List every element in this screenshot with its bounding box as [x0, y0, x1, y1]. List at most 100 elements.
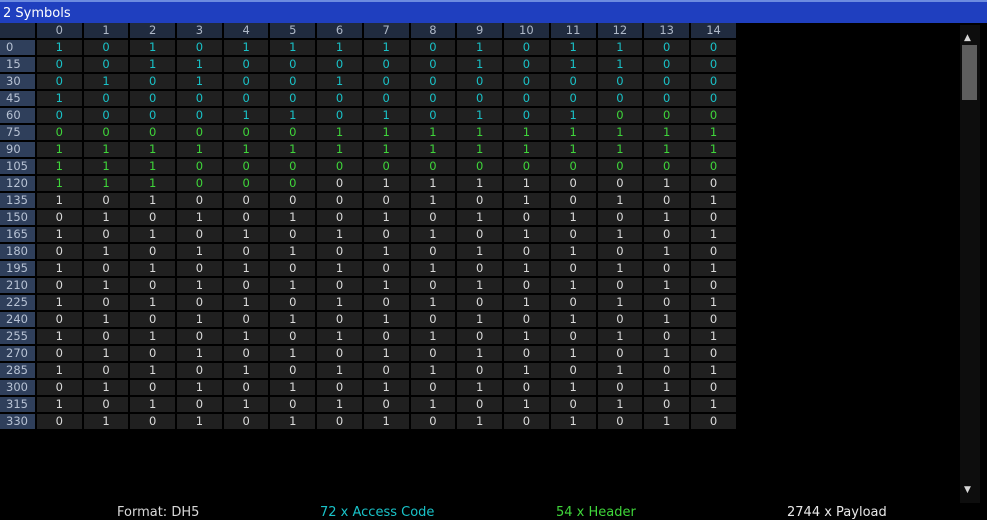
bit-cell: 1 [644, 312, 690, 327]
bit-cell: 1 [223, 397, 269, 412]
bit-cell: 1 [317, 74, 362, 89]
bit-cell: 1 [223, 40, 269, 55]
bit-cell: 1 [83, 278, 129, 293]
bit-cell: 1 [597, 142, 643, 157]
bit-cell: 0 [503, 346, 549, 361]
bit-cell: 1 [270, 142, 316, 157]
bit-cell: 0 [410, 346, 456, 361]
table-row: 165 1 0 1 0 1 0 1 0 1 0 1 0 1 0 1 [0, 227, 736, 242]
bit-cell: 1 [410, 363, 456, 378]
bit-cell: 0 [691, 91, 736, 106]
bit-cell: 0 [363, 193, 409, 208]
bit-cell: 1 [270, 244, 316, 259]
bit-cell: 1 [410, 227, 456, 242]
bit-cell: 0 [691, 380, 736, 395]
bit-cell: 1 [550, 57, 596, 72]
bit-cell: 0 [223, 278, 269, 293]
bit-cell: 1 [83, 142, 129, 157]
bit-cell: 0 [130, 312, 176, 327]
bit-cell: 0 [317, 108, 362, 123]
bit-cell: 1 [363, 380, 409, 395]
bit-cell: 0 [363, 363, 409, 378]
bit-cell: 1 [550, 40, 596, 55]
table-row: 0101011110101100 [0, 40, 736, 55]
bit-cell: 0 [36, 244, 82, 259]
table-row: 30 0 1 0 1 0 0 1 0 0 0 0 0 0 0 0 [0, 74, 736, 89]
bit-cell: 0 [644, 40, 690, 55]
column-header: 7 [363, 23, 409, 38]
bit-cell: 1 [691, 397, 736, 412]
bit-cell: 0 [691, 312, 736, 327]
row-header: 210 [0, 278, 35, 293]
bit-cell: 0 [691, 244, 736, 259]
bit-cell: 0 [317, 244, 362, 259]
bit-cell: 0 [597, 108, 643, 123]
bit-cell: 0 [503, 380, 549, 395]
bit-cell: 0 [363, 91, 409, 106]
table-row: 150 0 1 0 1 0 1 0 1 0 1 0 1 0 1 0 [0, 210, 736, 225]
bit-cell: 0 [83, 125, 129, 140]
bit-cell: 0 [503, 74, 549, 89]
bit-cell: 0 [503, 244, 549, 259]
row-header: 270 [0, 346, 35, 361]
vertical-scrollbar[interactable]: ▲ ▼ [960, 25, 980, 503]
scroll-down-icon[interactable]: ▼ [964, 485, 971, 495]
bit-cell: 0 [363, 261, 409, 276]
bit-cell: 1 [177, 414, 222, 429]
bit-cell: 1 [691, 261, 736, 276]
bit-cell: 1 [550, 108, 596, 123]
bit-cell: 1 [457, 414, 502, 429]
bit-cell: 0 [270, 261, 316, 276]
bit-cell: 0 [177, 227, 222, 242]
table-row: 285 1 0 1 0 1 0 1 0 1 0 1 0 1 0 1 [0, 363, 736, 378]
bit-cell: 1 [317, 397, 362, 412]
bit-cell: 1 [550, 278, 596, 293]
bit-cell: 1 [83, 414, 129, 429]
bit-cell: 0 [503, 312, 549, 327]
bit-cell: 0 [130, 380, 176, 395]
bit-cell: 0 [317, 346, 362, 361]
column-header: 6 [317, 23, 362, 38]
bit-cell: 1 [177, 312, 222, 327]
bit-cell: 0 [36, 125, 82, 140]
bit-cell: 1 [550, 125, 596, 140]
bit-cell: 0 [83, 397, 129, 412]
scroll-thumb[interactable] [962, 45, 977, 100]
bit-cell: 1 [363, 346, 409, 361]
bit-cell: 0 [457, 193, 502, 208]
table-row: 120 1 1 1 0 0 0 0 1 1 1 1 0 0 1 0 [0, 176, 736, 191]
row-header: 90 [0, 142, 35, 157]
column-header: 4 [223, 23, 269, 38]
bit-cell: 0 [503, 414, 549, 429]
bit-cell: 0 [503, 91, 549, 106]
bit-cell: 1 [644, 346, 690, 361]
bit-cell: 0 [644, 57, 690, 72]
bit-cell: 0 [317, 176, 362, 191]
bit-cell: 1 [691, 363, 736, 378]
bit-cell: 0 [36, 346, 82, 361]
bit-cell: 0 [363, 159, 409, 174]
bit-cell: 1 [691, 227, 736, 242]
bit-cell: 0 [177, 295, 222, 310]
bit-cell: 1 [317, 261, 362, 276]
bit-cell: 1 [457, 125, 502, 140]
symbol-table: 0 1 2 3 4 5 6 7 8 9 10 11 12 13 14 0 1 0 1 0 1 1 1 1 0 1 0 1 1 0 0 15 0… [0, 23, 738, 431]
bit-cell: 1 [317, 125, 362, 140]
bit-cell: 1 [130, 142, 176, 157]
bit-cell: 1 [691, 142, 736, 157]
bit-cell: 0 [223, 380, 269, 395]
scroll-up-icon[interactable]: ▲ [964, 33, 971, 43]
bit-cell: 1 [457, 278, 502, 293]
bit-cell: 1 [130, 193, 176, 208]
bit-cell: 1 [410, 193, 456, 208]
table-row: 15 0 0 1 1 0 0 0 0 0 1 0 1 1 0 0 [0, 57, 736, 72]
bit-cell: 0 [550, 329, 596, 344]
bit-cell: 1 [644, 380, 690, 395]
bit-cell: 0 [644, 108, 690, 123]
bit-cell: 0 [317, 193, 362, 208]
bit-cell: 1 [83, 380, 129, 395]
bit-cell: 1 [177, 380, 222, 395]
bit-cell: 1 [83, 74, 129, 89]
bit-cell: 0 [410, 414, 456, 429]
column-header: 2 [130, 23, 176, 38]
